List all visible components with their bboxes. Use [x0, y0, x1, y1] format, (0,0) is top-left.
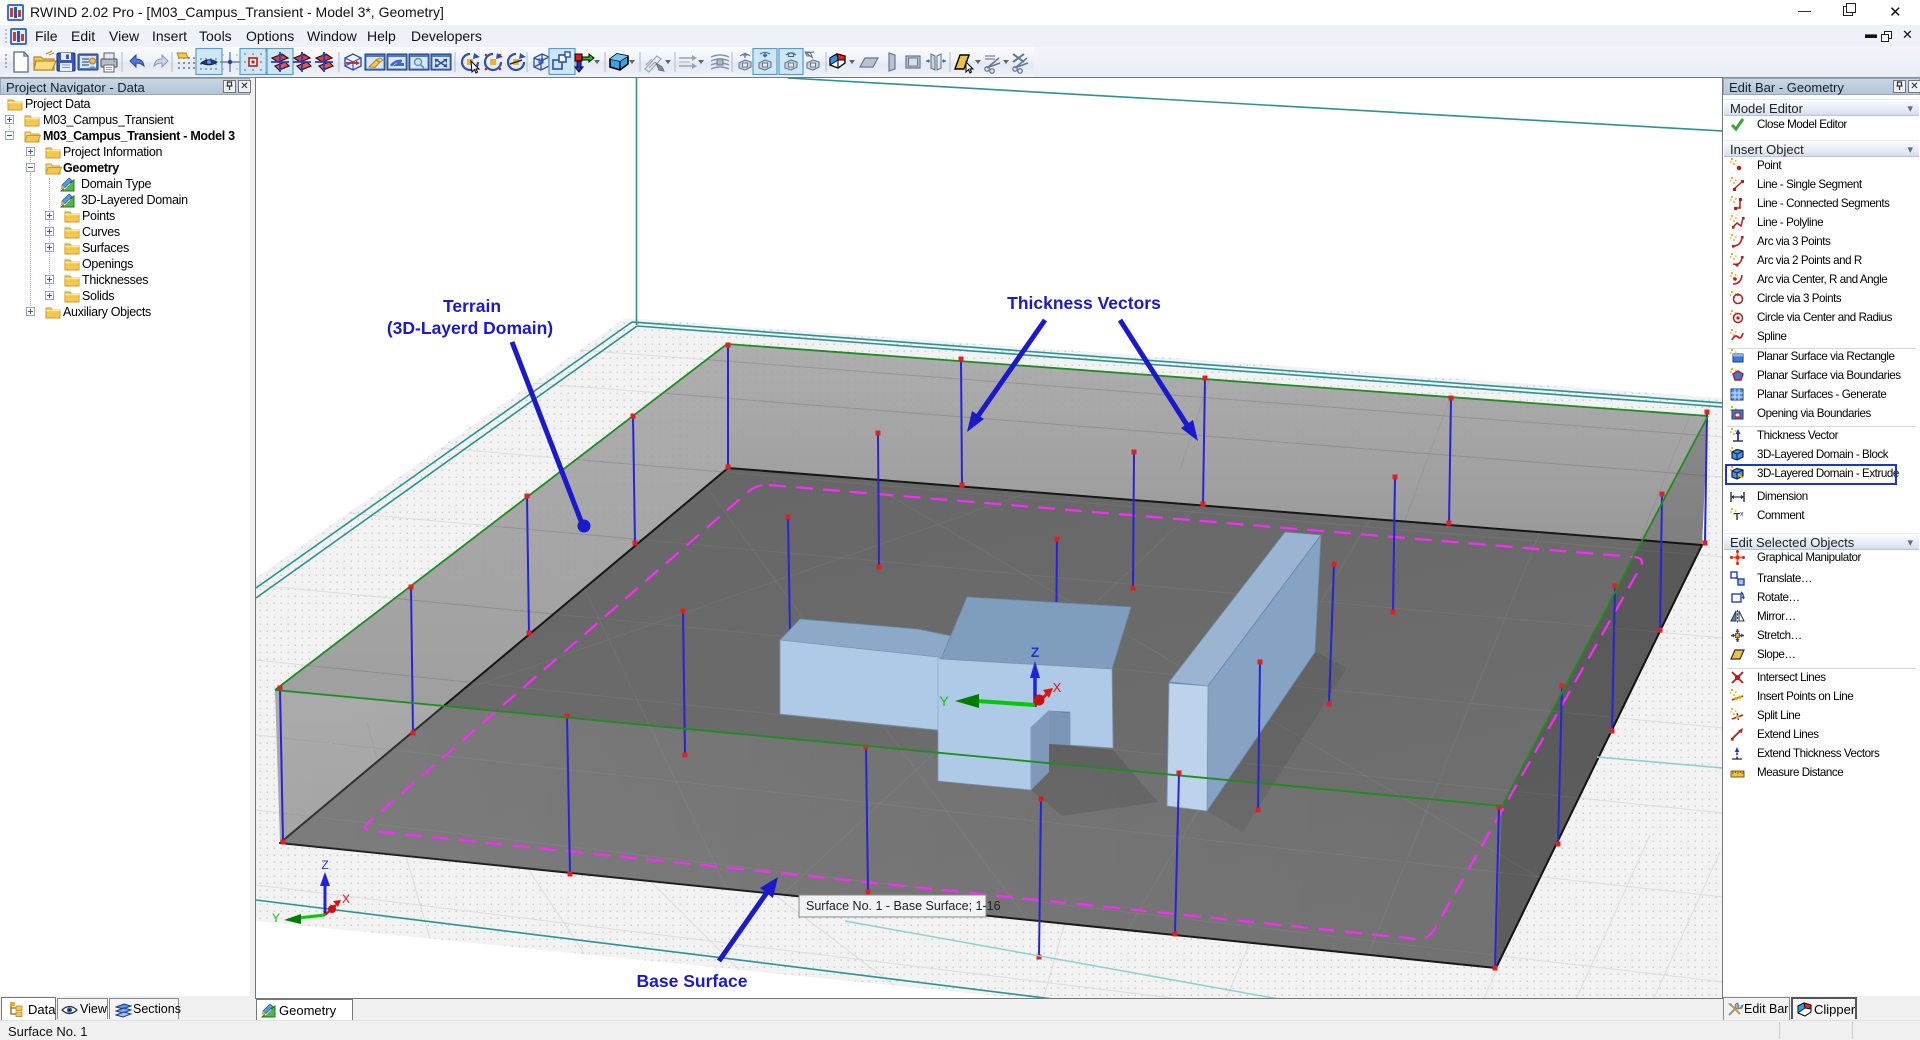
- svg-text:X: X: [342, 892, 350, 906]
- svg-text:Surface No. 1 - Base Surface;: Surface No. 1 - Base Surface; 1-16: [806, 899, 1001, 913]
- svg-text:Y: Y: [272, 911, 280, 925]
- svg-text:Thickness Vectors: Thickness Vectors: [1007, 293, 1161, 313]
- svg-text:Z: Z: [321, 858, 328, 872]
- svg-text:X: X: [1053, 680, 1062, 695]
- svg-text:Y: Y: [939, 693, 949, 709]
- svg-text:Z: Z: [1031, 644, 1040, 660]
- svg-text:(3D-Layerd Domain): (3D-Layerd Domain): [387, 318, 553, 338]
- svg-text:Terrain: Terrain: [443, 296, 501, 316]
- svg-text:x: x: [1740, 511, 1744, 518]
- svg-text:Base Surface: Base Surface: [637, 971, 748, 991]
